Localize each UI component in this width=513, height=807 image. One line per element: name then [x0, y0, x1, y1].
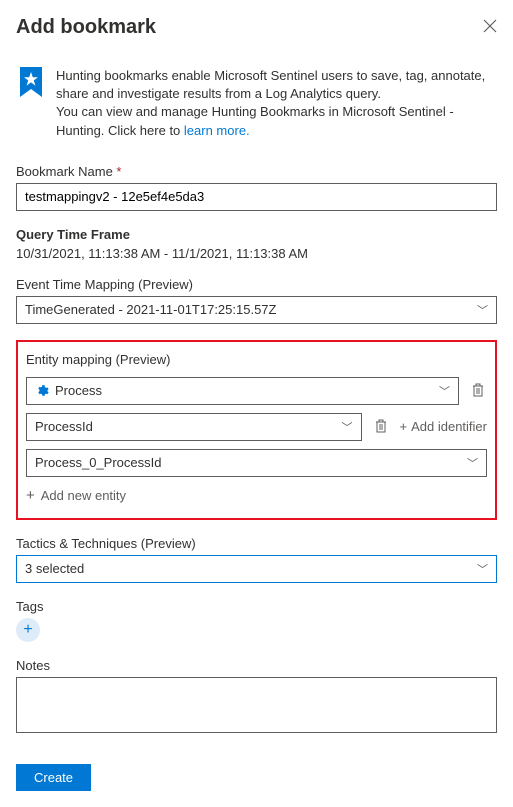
plus-icon: +: [23, 621, 32, 639]
notes-label: Notes: [16, 658, 497, 673]
tactics-value: 3 selected: [25, 561, 84, 576]
add-entity-label: Add new entity: [41, 488, 126, 503]
entity-mapping-label: Entity mapping (Preview): [26, 352, 487, 367]
page-title: Add bookmark: [16, 16, 156, 39]
event-time-value: TimeGenerated - 2021-11-01T17:25:15.57Z: [25, 302, 276, 317]
info-banner: Hunting bookmarks enable Microsoft Senti…: [16, 67, 497, 140]
chevron-down-icon: ﹀: [439, 383, 450, 399]
tactics-label: Tactics & Techniques (Preview): [16, 536, 497, 551]
add-entity-button[interactable]: + Add new entity: [26, 487, 487, 504]
chevron-down-icon: ﹀: [477, 561, 488, 577]
gear-icon: [35, 384, 49, 398]
close-button[interactable]: [483, 17, 497, 38]
entity-type-value: Process: [55, 383, 102, 398]
add-identifier-button[interactable]: + Add identifier: [400, 419, 487, 434]
entity-type-select[interactable]: Process ﹀: [26, 377, 459, 405]
chevron-down-icon: ﹀: [477, 302, 488, 318]
identifier2-select[interactable]: Process_0_ProcessId ﹀: [26, 449, 487, 477]
notes-input[interactable]: [16, 677, 497, 733]
plus-icon: +: [400, 419, 408, 434]
tags-label: Tags: [16, 599, 497, 614]
query-time-label: Query Time Frame: [16, 227, 497, 242]
tactics-select[interactable]: 3 selected ﹀: [16, 555, 497, 583]
add-tag-button[interactable]: +: [16, 618, 40, 642]
delete-identifier-button[interactable]: [372, 416, 390, 438]
event-time-label: Event Time Mapping (Preview): [16, 277, 497, 292]
bookmark-name-label: Bookmark Name: [16, 164, 497, 179]
info-line2: You can view and manage Hunting Bookmark…: [56, 104, 454, 137]
entity-mapping-section: Entity mapping (Preview) Process ﹀ Proce…: [16, 340, 497, 520]
info-line1: Hunting bookmarks enable Microsoft Senti…: [56, 68, 485, 101]
event-time-select[interactable]: TimeGenerated - 2021-11-01T17:25:15.57Z …: [16, 296, 497, 324]
identifier2-value: Process_0_ProcessId: [35, 455, 161, 470]
learn-more-link[interactable]: learn more.: [184, 123, 250, 138]
identifier-value: ProcessId: [35, 419, 93, 434]
identifier-select[interactable]: ProcessId ﹀: [26, 413, 362, 441]
bookmark-icon: [18, 67, 44, 140]
create-button[interactable]: Create: [16, 764, 91, 791]
trash-icon: [374, 418, 388, 433]
chevron-down-icon: ﹀: [467, 455, 478, 471]
chevron-down-icon: ﹀: [342, 419, 353, 435]
bookmark-name-input[interactable]: [16, 183, 497, 211]
query-time-value: 10/31/2021, 11:13:38 AM - 11/1/2021, 11:…: [16, 246, 497, 261]
close-icon: [483, 19, 497, 33]
plus-icon: +: [26, 487, 35, 504]
delete-entity-button[interactable]: [469, 380, 487, 402]
trash-icon: [471, 382, 485, 397]
add-identifier-label: Add identifier: [411, 419, 487, 434]
